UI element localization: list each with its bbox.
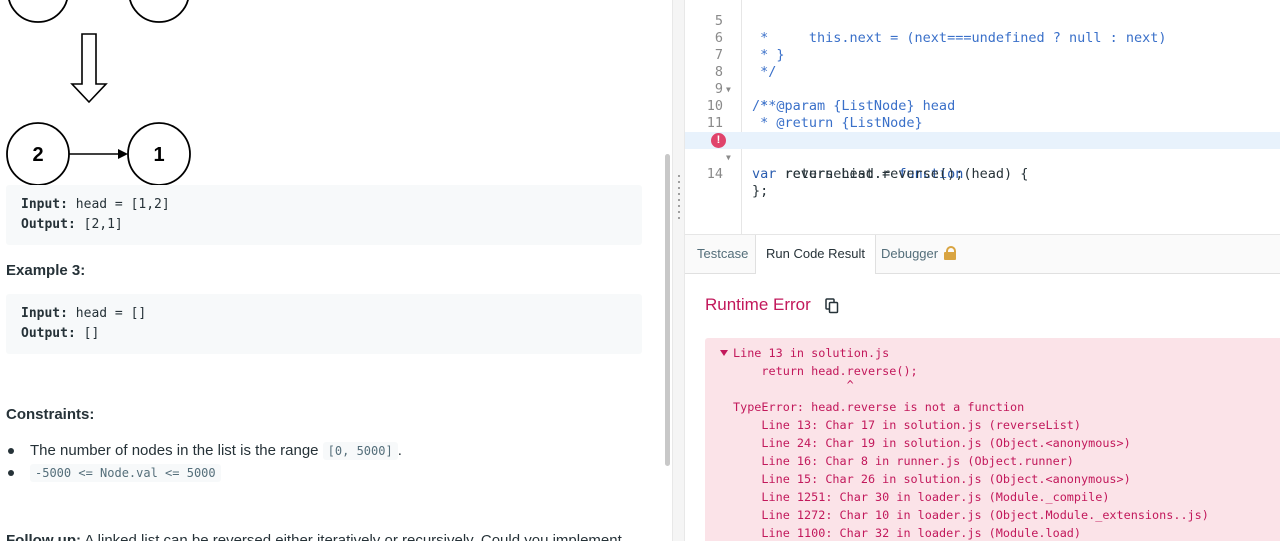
diagram-top-node-1 [8, 0, 68, 23]
follow-up-label: Follow up: [6, 532, 81, 541]
code-line[interactable]: 14 }; [685, 149, 1280, 199]
example-3-box: Input: head = [] Output: [] [6, 294, 642, 354]
description-scrollbar[interactable] [665, 154, 670, 466]
constraint-suffix: . [397, 442, 402, 459]
arrowhead-icon [118, 149, 128, 159]
example-2-output-value: [2,1] [75, 217, 123, 232]
code-line[interactable]: 11 */ [685, 98, 1280, 148]
runtime-error-title: Runtime Error [705, 295, 811, 314]
pane-splitter[interactable] [672, 0, 685, 541]
tab-run-code-result[interactable]: Run Code Result [755, 235, 876, 274]
code-line[interactable]: 8 ▼ /** [685, 47, 1280, 114]
problem-description-pane: 2 1 Input: head = [1,2] Output: [2,1] Ex… [0, 0, 672, 541]
example-2-input-value: head = [1,2] [67, 197, 170, 212]
code-line[interactable]: 5 * this.next = (next===undefined ? null… [685, 0, 1280, 46]
error-output-line: Line 1251: Char 30 in loader.js (Module.… [733, 490, 1110, 504]
error-output-box: Line 13 in solution.js return head.rever… [705, 338, 1280, 541]
constraint-item: The number of nodes in the list is the r… [8, 440, 402, 462]
example-3-output-key: Output: [21, 326, 76, 341]
tab-testcase[interactable]: Testcase [687, 235, 758, 273]
diagram-node-a-label: 2 [32, 144, 43, 166]
code-editor[interactable]: 5 * this.next = (next===undefined ? null… [685, 0, 1280, 234]
error-output-line: Line 1100: Char 32 in loader.js (Module.… [733, 526, 1082, 540]
code-line-active[interactable]: ! return head.reverse(); [685, 132, 1280, 182]
error-output-line: Line 16: Char 8 in runner.js (Object.run… [733, 454, 1074, 468]
code-line[interactable]: 10 * @return {ListNode} [685, 81, 1280, 131]
app-root: 2 1 Input: head = [1,2] Output: [2,1] Ex… [0, 0, 1280, 541]
code-line[interactable]: 12 ▼ var reverseList = function(head) { [685, 115, 1280, 182]
error-output-line: Line 1272: Char 10 in loader.js (Object.… [733, 508, 1209, 522]
collapse-triangle-icon[interactable] [720, 350, 728, 356]
error-output-line: Line 15: Char 26 in solution.js (Object.… [733, 472, 1131, 486]
constraint-code: [0, 5000] [322, 442, 398, 460]
example-2-box: Input: head = [1,2] Output: [2,1] [6, 185, 642, 245]
down-arrow-icon [70, 33, 108, 104]
tab-debugger[interactable]: Debugger [871, 235, 966, 273]
error-marker-icon[interactable]: ! [711, 133, 726, 148]
line-number: 14 [706, 166, 723, 182]
diagram-top-node-2 [129, 0, 189, 23]
lock-icon [944, 246, 957, 260]
example-3-input-value: head = [] [67, 306, 147, 321]
follow-up-text: Follow up: A linked list can be reversed… [6, 532, 622, 541]
diagram-node-b-label: 1 [153, 144, 164, 166]
example-3-heading: Example 3: [6, 262, 86, 279]
splitter-grip-icon[interactable] [678, 175, 680, 219]
error-output-line: ^ [733, 378, 854, 392]
follow-up-body: A linked list can be reversed either ite… [80, 532, 622, 541]
code-line[interactable]: 6 * } [685, 13, 1280, 63]
example-2-input-key: Input: [21, 197, 68, 212]
console-panel: Testcase Run Code Result Debugger Runtim… [685, 234, 1280, 541]
code-text: return head.reverse(); [752, 166, 964, 182]
example-3-output-value: [] [75, 326, 100, 341]
error-output-line: TypeError: head.reverse is not a functio… [733, 400, 1025, 414]
example-2-output-key: Output: [21, 217, 76, 232]
error-output-line: Line 24: Char 19 in solution.js (Object.… [733, 436, 1131, 450]
example-3-input-key: Input: [21, 306, 68, 321]
constraint-text: The number of nodes in the list is the r… [30, 442, 323, 459]
constraint-code: -5000 <= Node.val <= 5000 [30, 464, 221, 482]
constraints-list: The number of nodes in the list is the r… [8, 440, 402, 484]
tab-debugger-label: Debugger [881, 246, 939, 261]
code-line[interactable]: 7 */ [685, 30, 1280, 80]
copy-icon[interactable] [825, 298, 839, 314]
error-output-line: Line 13 in solution.js [733, 346, 890, 360]
code-text: }; [752, 183, 769, 199]
constraint-item: -5000 <= Node.val <= 5000 [8, 462, 402, 484]
constraints-heading: Constraints: [6, 406, 95, 423]
linked-list-diagram: 2 1 [6, 0, 191, 186]
code-line[interactable]: 9 * @param {ListNode} head [685, 64, 1280, 114]
error-output-line: Line 13: Char 17 in solution.js (reverse… [733, 418, 1082, 432]
code-fragment: (head) { [963, 166, 1029, 182]
console-tabs: Testcase Run Code Result Debugger [685, 235, 1280, 274]
